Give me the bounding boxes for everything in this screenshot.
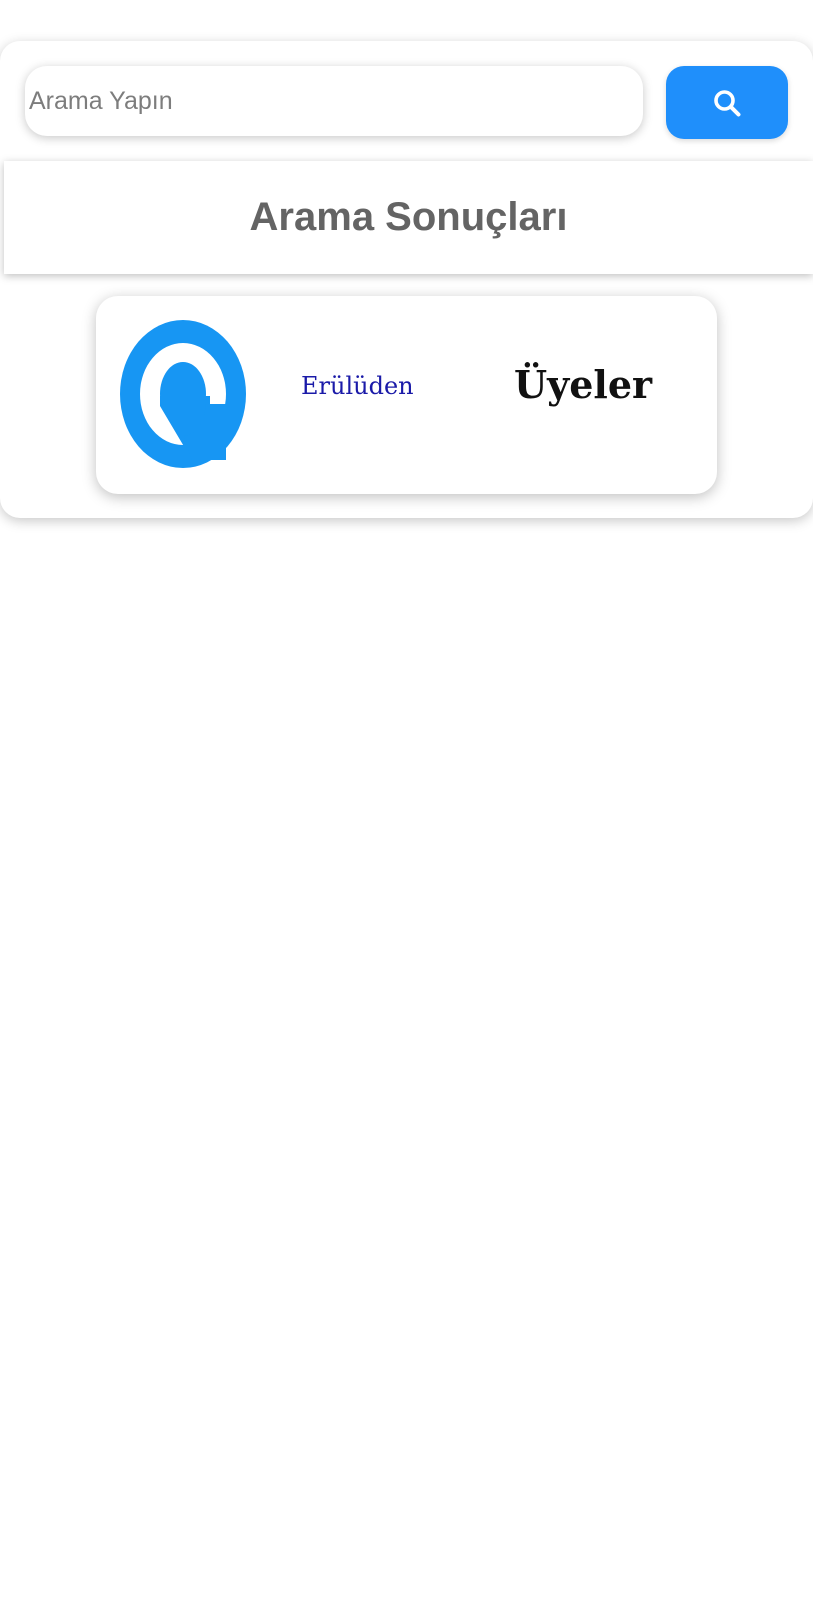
eruluden-logo-icon — [120, 320, 246, 468]
results-header: Arama Sonuçları — [4, 161, 813, 274]
result-card[interactable]: Erülüden Üyeler — [96, 296, 717, 494]
search-button[interactable] — [666, 66, 788, 139]
search-input[interactable] — [25, 66, 643, 136]
result-type-label: Üyeler — [514, 362, 653, 407]
search-icon — [714, 89, 741, 116]
result-name-link[interactable]: Erülüden — [301, 374, 414, 398]
page-title: Arama Sonuçları — [249, 195, 568, 239]
